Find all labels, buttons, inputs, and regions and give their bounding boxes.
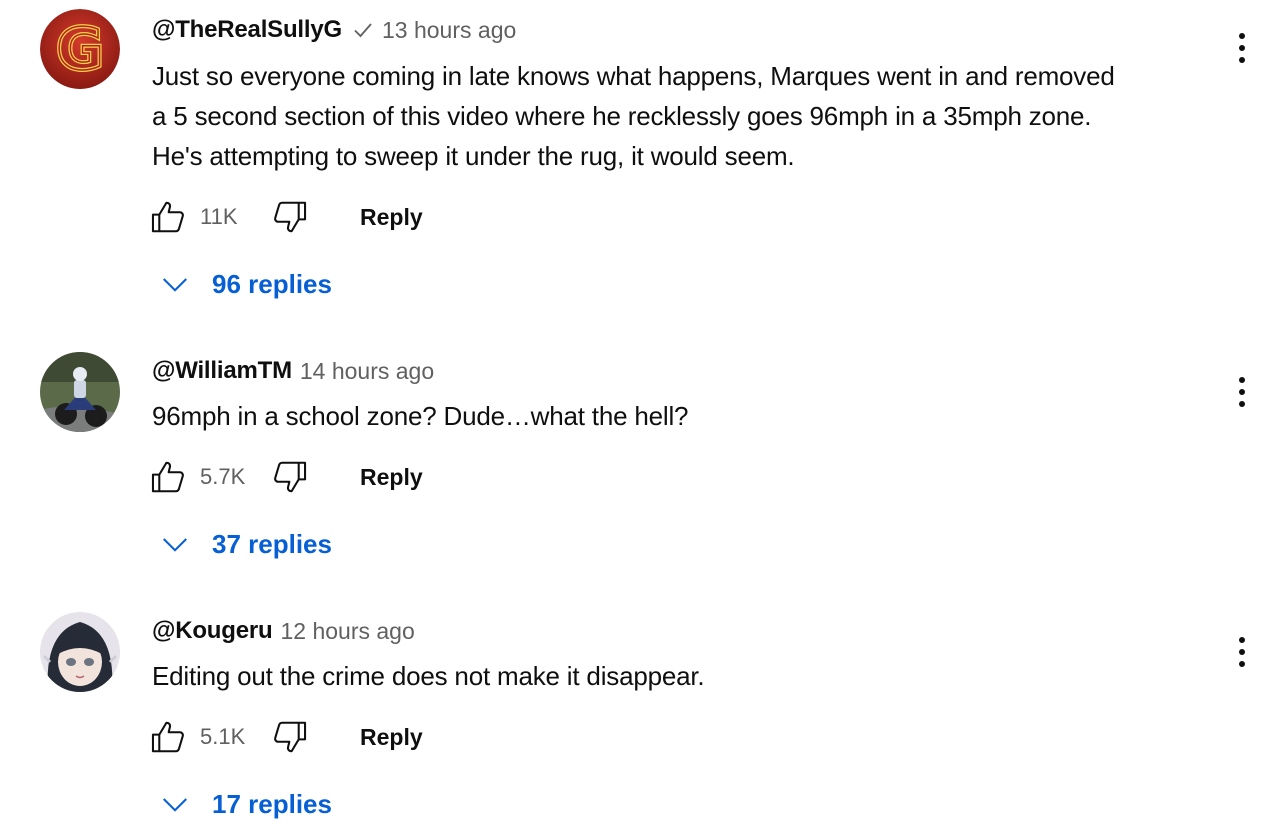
comment-text: Editing out the crime does not make it d… — [152, 656, 1222, 696]
like-count: 5.7K — [200, 464, 246, 489]
comment-header: @WilliamTM 14 hours ago — [152, 355, 434, 387]
chevron-down-icon — [163, 538, 187, 552]
thumbs-up-icon — [151, 461, 184, 493]
like-count: 5.1K — [200, 724, 246, 749]
like-button[interactable] — [148, 717, 188, 757]
dislike-button[interactable] — [270, 197, 310, 237]
author-name[interactable]: @Kougeru — [152, 617, 273, 645]
svg-text:G: G — [56, 15, 104, 83]
comment-time[interactable]: 12 hours ago — [280, 618, 414, 645]
thumbs-down-icon — [274, 461, 307, 493]
author-name[interactable]: @TheRealSullyG — [152, 16, 342, 44]
more-actions-icon[interactable] — [1226, 26, 1258, 70]
reply-button[interactable]: Reply — [360, 464, 423, 491]
gold-letter-g-logo-icon: G G — [40, 9, 120, 89]
replies-count-label: 96 replies — [212, 268, 332, 299]
dislike-button[interactable] — [270, 457, 310, 497]
reply-button[interactable]: Reply — [360, 724, 423, 751]
comment-actions: 5.7K Reply — [148, 455, 423, 499]
comment-text-line: 96mph in a school zone? Dude…what the he… — [152, 401, 689, 431]
comment-text: 96mph in a school zone? Dude…what the he… — [152, 396, 1222, 436]
comment-text-line: Just so everyone coming in late knows wh… — [152, 61, 1115, 91]
like-button[interactable] — [148, 197, 188, 237]
chevron-down-icon — [163, 798, 187, 812]
thumbs-down-icon — [274, 721, 307, 753]
anime-girl-avatar-icon — [40, 612, 120, 692]
view-replies-button[interactable]: 96 replies — [160, 262, 332, 306]
view-replies-button[interactable]: 17 replies — [160, 782, 332, 826]
thumbs-up-icon — [151, 201, 184, 233]
dislike-button[interactable] — [270, 717, 310, 757]
motorcycle-rider-photo-icon — [40, 352, 120, 432]
thumbs-up-icon — [151, 721, 184, 753]
comment-header: @TheRealSullyG 13 hours ago — [152, 14, 516, 46]
verified-check-icon — [352, 19, 374, 41]
reply-button[interactable]: Reply — [360, 204, 423, 231]
comment-time[interactable]: 14 hours ago — [300, 358, 434, 385]
avatar[interactable] — [40, 612, 120, 692]
like-button[interactable] — [148, 457, 188, 497]
comment-time[interactable]: 13 hours ago — [382, 17, 516, 44]
comment-text-line: a 5 second section of this video where h… — [152, 101, 1092, 131]
replies-count-label: 17 replies — [212, 788, 332, 819]
view-replies-button[interactable]: 37 replies — [160, 522, 332, 566]
replies-count-label: 37 replies — [212, 528, 332, 559]
comment-text-line: Editing out the crime does not make it d… — [152, 661, 705, 691]
comment-actions: 5.1K Reply — [148, 715, 423, 759]
chevron-down-icon — [163, 278, 187, 292]
more-actions-icon[interactable] — [1226, 630, 1258, 674]
avatar[interactable] — [40, 352, 120, 432]
avatar[interactable]: G G — [40, 9, 120, 89]
thumbs-down-icon — [274, 201, 307, 233]
comment-text: Just so everyone coming in late knows wh… — [152, 56, 1222, 176]
like-count: 11K — [200, 204, 238, 229]
author-name[interactable]: @WilliamTM — [152, 357, 292, 385]
more-actions-icon[interactable] — [1226, 370, 1258, 414]
comment-header: @Kougeru 12 hours ago — [152, 615, 415, 647]
comment-text-line: He's attempting to sweep it under the ru… — [152, 141, 795, 171]
comment-actions: 11K Reply — [148, 195, 423, 239]
